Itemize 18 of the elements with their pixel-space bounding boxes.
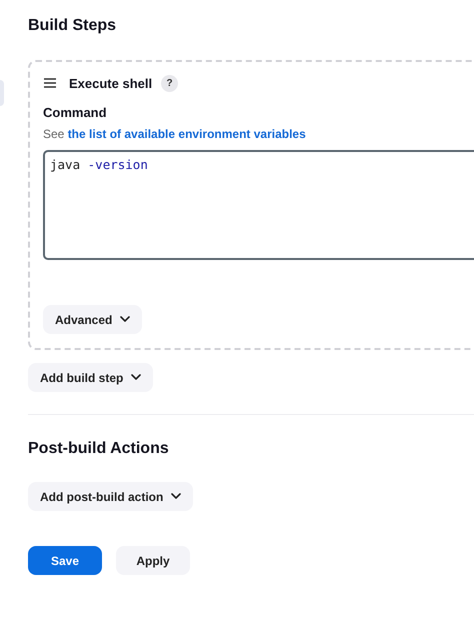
- advanced-button[interactable]: Advanced: [43, 305, 142, 334]
- chevron-down-icon: [120, 316, 130, 323]
- section-heading: Build Steps: [28, 17, 118, 35]
- command-field[interactable]: java -version: [43, 150, 474, 260]
- environment-variables-link[interactable]: the list of available environment variables: [68, 127, 306, 141]
- field-label: Command: [43, 105, 108, 120]
- apply-button[interactable]: Apply: [116, 546, 190, 575]
- help-button[interactable]: ?: [161, 74, 178, 92]
- drag-handle-icon[interactable]: [43, 78, 57, 88]
- chevron-down-icon: [131, 374, 142, 381]
- save-button[interactable]: Save: [28, 546, 102, 575]
- add-build-step-button[interactable]: Add build step: [28, 363, 154, 392]
- add-post-build-action-button[interactable]: Add post-build action: [28, 482, 194, 511]
- hint-text: See the list of available environment variables: [43, 127, 307, 141]
- section-heading: Post-build Actions: [28, 440, 170, 458]
- step-title: Execute shell: [69, 76, 152, 90]
- chevron-down-icon: [171, 493, 182, 500]
- code-line: java -version: [50, 157, 148, 172]
